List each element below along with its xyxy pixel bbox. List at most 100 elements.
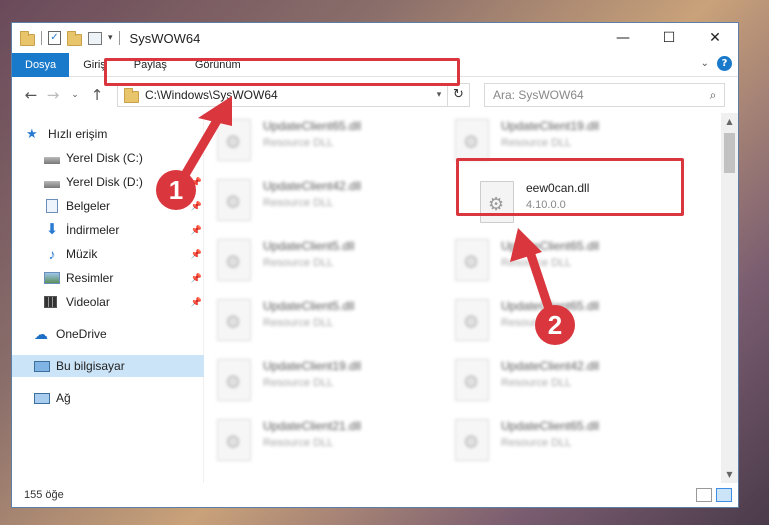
title-bar: ✓ ▾ SysWOW64 — ☐ ✕ xyxy=(12,23,738,53)
sidebar-item-quick-access[interactable]: ★ Hızlı erişim xyxy=(12,123,204,145)
scroll-up-icon[interactable]: ▲ xyxy=(721,113,738,130)
dll-file-icon: ⚙ xyxy=(217,179,251,221)
file-name: UpdateClient19.dll xyxy=(263,359,362,373)
pin-icon[interactable]: 📌 xyxy=(191,153,202,164)
documents-icon xyxy=(46,199,58,213)
file-name: UpdateClient65.dll xyxy=(501,419,600,433)
close-button[interactable]: ✕ xyxy=(692,23,738,53)
address-bar[interactable]: C:\Windows\SysWOW64 ▾ ↻ xyxy=(117,83,470,107)
pin-icon[interactable]: 📌 xyxy=(191,225,202,236)
sidebar-item-drive-c[interactable]: Yerel Disk (C:) 📌 xyxy=(12,147,204,169)
navigation-pane: ★ Hızlı erişim Yerel Disk (C:) 📌 Yerel D… xyxy=(12,113,204,483)
drive-icon xyxy=(44,180,60,188)
dll-file-icon: ⚙ xyxy=(455,119,489,161)
sidebar-item-label: Bu bilgisayar xyxy=(56,359,125,373)
file-name: UpdateClient19.dll xyxy=(501,119,600,133)
expand-ribbon-icon[interactable]: ⌄ xyxy=(701,58,709,69)
list-item[interactable]: ⚙ UpdateClient65.dll Resource DLL xyxy=(455,299,685,349)
sidebar-item-label: Resimler xyxy=(66,271,114,285)
list-item[interactable]: ⚙ UpdateClient65.dll Resource DLL xyxy=(217,119,447,169)
list-item[interactable]: ⚙ UpdateClient65.dll Resource DLL xyxy=(455,419,685,469)
pin-icon[interactable]: 📌 xyxy=(191,201,202,212)
properties-check-icon[interactable]: ✓ xyxy=(48,31,61,45)
download-icon: ⬇ xyxy=(45,221,59,238)
dll-file-icon: ⚙ xyxy=(217,239,251,281)
file-description: Resource DLL xyxy=(501,377,572,389)
folder-icon xyxy=(20,30,35,46)
forward-arrow-icon[interactable]: → xyxy=(42,86,64,104)
help-icon[interactable]: ? xyxy=(717,56,732,71)
file-description: Resource DLL xyxy=(263,257,334,269)
sidebar-item-label: Yerel Disk (D:) xyxy=(66,175,143,189)
sidebar-item-downloads[interactable]: ⬇ İndirmeler 📌 xyxy=(12,219,204,241)
list-item[interactable]: ⚙ UpdateClient19.dll Resource DLL xyxy=(217,359,447,409)
sidebar-item-label: Müzik xyxy=(66,247,98,261)
window-title: SysWOW64 xyxy=(129,30,201,46)
network-icon xyxy=(34,392,50,404)
chevron-down-icon[interactable]: ▾ xyxy=(108,33,113,43)
tab-file[interactable]: Dosya xyxy=(12,52,70,77)
view-toggle xyxy=(696,488,732,502)
file-name: UpdateClient42.dll xyxy=(263,179,362,193)
details-view-icon[interactable] xyxy=(696,488,712,502)
large-icons-view-icon[interactable] xyxy=(716,488,732,502)
sidebar-item-network[interactable]: Ağ xyxy=(12,387,204,409)
list-item[interactable]: ⚙ UpdateClient21.dll Resource DLL xyxy=(217,419,447,469)
search-input[interactable]: Ara: SysWOW64 ⌕ xyxy=(484,83,725,107)
sidebar-item-documents[interactable]: Belgeler 📌 xyxy=(12,195,204,217)
dll-file-icon: ⚙ xyxy=(217,359,251,401)
sidebar-item-label: Yerel Disk (C:) xyxy=(66,151,143,165)
back-arrow-icon[interactable]: ← xyxy=(20,86,42,104)
sidebar-item-label: Ağ xyxy=(56,391,71,405)
file-description: Resource DLL xyxy=(263,317,334,329)
chevron-down-icon[interactable]: ▾ xyxy=(431,90,447,100)
address-path[interactable]: C:\Windows\SysWOW64 xyxy=(145,88,431,102)
list-item[interactable]: ⚙ UpdateClient5.dll Resource DLL xyxy=(217,299,447,349)
file-name: UpdateClient42.dll xyxy=(501,359,600,373)
sidebar-item-label: OneDrive xyxy=(56,327,107,341)
sidebar-item-drive-d[interactable]: Yerel Disk (D:) 📌 xyxy=(12,171,204,193)
list-item[interactable]: ⚙ UpdateClient65.dll Resource DLL xyxy=(455,239,685,289)
new-folder-icon[interactable] xyxy=(67,30,82,46)
file-name: UpdateClient5.dll xyxy=(263,299,355,313)
pin-icon[interactable]: 📌 xyxy=(191,177,202,188)
sidebar-item-pictures[interactable]: Resimler 📌 xyxy=(12,267,204,289)
sidebar-item-label: Belgeler xyxy=(66,199,111,213)
search-placeholder[interactable]: Ara: SysWOW64 xyxy=(493,88,702,102)
file-description: Resource DLL xyxy=(263,437,334,449)
window-controls: — ☐ ✕ xyxy=(600,23,738,53)
sidebar-item-music[interactable]: ♪ Müzik 📌 xyxy=(12,243,204,265)
sidebar-item-videos[interactable]: Videolar 📌 xyxy=(12,291,204,313)
pin-icon[interactable]: 📌 xyxy=(191,297,202,308)
file-description: Resource DLL xyxy=(501,437,572,449)
vertical-scrollbar[interactable]: ▲ ▼ xyxy=(721,113,738,483)
videos-icon xyxy=(44,296,57,308)
pin-icon[interactable]: 📌 xyxy=(191,249,202,260)
dll-file-icon: ⚙ xyxy=(217,119,251,161)
sidebar-item-onedrive[interactable]: ☁ OneDrive xyxy=(12,323,204,345)
pin-icon[interactable]: 📌 xyxy=(191,273,202,284)
file-description: Resource DLL xyxy=(501,137,572,149)
computer-icon xyxy=(34,360,50,372)
search-icon[interactable]: ⌕ xyxy=(702,88,724,103)
sidebar-item-label: İndirmeler xyxy=(66,223,120,237)
pictures-icon xyxy=(44,272,60,284)
explorer-window: ✓ ▾ SysWOW64 — ☐ ✕ Dosya Giriş Paylaş Gö… xyxy=(11,22,739,508)
sidebar-item-this-pc[interactable]: Bu bilgisayar xyxy=(12,355,204,377)
properties-icon[interactable] xyxy=(88,31,102,45)
file-description: Resource DLL xyxy=(263,377,334,389)
quick-access-toolbar: ✓ ▾ xyxy=(12,30,120,46)
recent-locations-icon[interactable]: ⌄ xyxy=(64,90,86,100)
file-description: Resource DLL xyxy=(501,257,572,269)
maximize-button[interactable]: ☐ xyxy=(646,23,692,53)
scrollbar-thumb[interactable] xyxy=(724,133,735,173)
list-item[interactable]: ⚙ UpdateClient5.dll Resource DLL xyxy=(217,239,447,289)
file-name: UpdateClient5.dll xyxy=(263,239,355,253)
file-name: UpdateClient21.dll xyxy=(263,419,362,433)
refresh-icon[interactable]: ↻ xyxy=(447,84,469,106)
list-item[interactable]: ⚙ UpdateClient42.dll Resource DLL xyxy=(217,179,447,229)
list-item[interactable]: ⚙ UpdateClient42.dll Resource DLL xyxy=(455,359,685,409)
minimize-button[interactable]: — xyxy=(600,23,646,53)
up-arrow-icon[interactable]: ↑ xyxy=(86,86,108,104)
scroll-down-icon[interactable]: ▼ xyxy=(721,466,738,483)
